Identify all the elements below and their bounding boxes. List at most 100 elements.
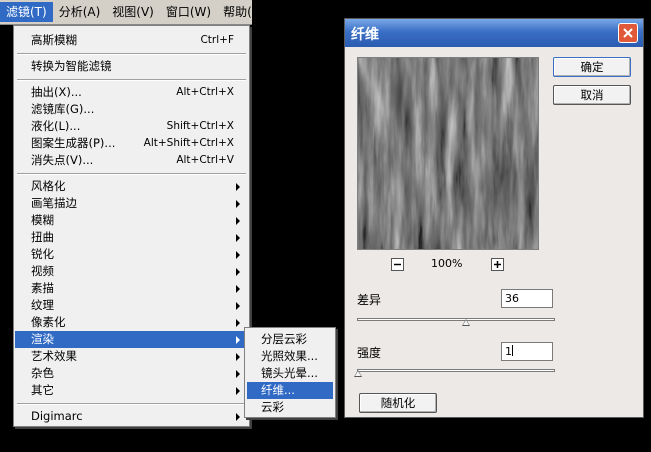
menu-item-stylize[interactable]: 风格化 — [15, 178, 248, 195]
dialog-title-bar[interactable]: 纤维 — [345, 19, 643, 47]
submenu-item-fibers[interactable]: 纤维... — [247, 382, 333, 399]
submenu-arrow-icon — [236, 183, 240, 191]
menu-item-label: 渲染 — [31, 332, 54, 346]
menu-item-convert-smart-filter[interactable]: 转换为智能滤镜 — [15, 58, 248, 75]
menu-item-label: 扭曲 — [31, 230, 54, 244]
menu-item-shortcut: Alt+Ctrl+V — [176, 154, 234, 166]
menu-separator — [17, 173, 246, 175]
menu-item-pattern-maker[interactable]: 图案生成器(P)... Alt+Shift+Ctrl+X — [15, 135, 248, 152]
menu-item-brush-strokes[interactable]: 画笔描边 — [15, 195, 248, 212]
menu-item-distort[interactable]: 扭曲 — [15, 229, 248, 246]
menu-item-shortcut: Shift+Ctrl+X — [166, 120, 234, 132]
submenu-arrow-icon — [236, 285, 240, 293]
menu-view[interactable]: 视图(V) — [106, 2, 160, 22]
submenu-arrow-icon — [236, 302, 240, 310]
strength-label: 强度 — [357, 346, 382, 360]
submenu-item-lighting-effects[interactable]: 光照效果... — [247, 348, 333, 365]
ok-button[interactable]: 确定 — [553, 57, 631, 77]
variance-input[interactable]: 36 — [501, 289, 553, 308]
menu-item-label: 艺术效果 — [31, 349, 77, 363]
submenu-item-label: 光照效果... — [261, 349, 318, 363]
menu-separator — [17, 403, 246, 405]
submenu-arrow-icon — [236, 413, 240, 421]
submenu-item-lens-flare[interactable]: 镜头光晕... — [247, 365, 333, 382]
strength-input[interactable]: 1 — [501, 342, 553, 361]
menu-item-label: 转换为智能滤镜 — [31, 59, 112, 73]
menu-item-label: 画笔描边 — [31, 196, 77, 210]
submenu-item-difference-clouds[interactable]: 分层云彩 — [247, 331, 333, 348]
menu-item-vanishing-point[interactable]: 消失点(V)... Alt+Ctrl+V — [15, 152, 248, 169]
menu-item-shortcut: Alt+Shift+Ctrl+X — [143, 137, 234, 149]
menu-item-other[interactable]: 其它 — [15, 382, 248, 399]
submenu-arrow-icon — [236, 200, 240, 208]
variance-slider-thumb[interactable] — [461, 319, 470, 326]
render-submenu: 分层云彩 光照效果... 镜头光晕... 纤维... 云彩 — [244, 327, 336, 418]
menu-item-label: 图案生成器(P)... — [31, 136, 116, 150]
zoom-in-button[interactable] — [491, 258, 504, 271]
menu-window[interactable]: 窗口(W) — [160, 2, 217, 22]
menu-item-label: 锐化 — [31, 247, 54, 261]
submenu-item-label: 云彩 — [261, 400, 284, 414]
menu-item-label: 风格化 — [31, 179, 66, 193]
menu-item-label: 抽出(X)... — [31, 85, 82, 99]
fiber-texture-image — [358, 58, 538, 249]
menu-item-video[interactable]: 视频 — [15, 263, 248, 280]
menu-item-label: 其它 — [31, 383, 54, 397]
menu-item-noise[interactable]: 杂色 — [15, 365, 248, 382]
menu-item-shortcut: Alt+Ctrl+X — [176, 86, 234, 98]
menu-item-label: Digimarc — [31, 409, 83, 423]
zoom-out-button[interactable] — [391, 258, 404, 271]
strength-slider-thumb[interactable] — [354, 370, 362, 377]
menu-item-gaussian-blur[interactable]: 高斯模糊 Ctrl+F — [15, 32, 248, 49]
fiber-preview[interactable] — [357, 57, 539, 250]
randomize-button[interactable]: 随机化 — [359, 393, 437, 413]
submenu-arrow-icon — [236, 251, 240, 259]
menu-help[interactable]: 帮助( — [217, 2, 258, 22]
filter-dropdown-menu: 高斯模糊 Ctrl+F 转换为智能滤镜 抽出(X)... Alt+Ctrl+X … — [13, 25, 250, 427]
submenu-item-label: 镜头光晕... — [261, 366, 318, 380]
menu-item-label: 滤镜库(G)... — [31, 102, 95, 116]
menu-item-label: 像素化 — [31, 315, 66, 329]
submenu-arrow-icon — [236, 217, 240, 225]
zoom-level: 100% — [431, 257, 463, 270]
minus-icon — [394, 263, 401, 266]
menu-item-liquify[interactable]: 液化(L)... Shift+Ctrl+X — [15, 118, 248, 135]
submenu-item-label: 纤维... — [261, 383, 295, 397]
submenu-arrow-icon — [236, 268, 240, 276]
menu-item-label: 模糊 — [31, 213, 54, 227]
cancel-button[interactable]: 取消 — [553, 85, 631, 105]
menu-item-label: 素描 — [31, 281, 54, 295]
submenu-arrow-icon — [236, 370, 240, 378]
submenu-arrow-icon — [236, 387, 240, 395]
close-button[interactable] — [618, 23, 638, 43]
menu-item-label: 消失点(V)... — [31, 153, 94, 167]
menu-bar: 滤镜(T) 分析(A) 视图(V) 窗口(W) 帮助( — [0, 0, 252, 25]
text-caret — [512, 345, 513, 356]
menu-analysis[interactable]: 分析(A) — [53, 2, 107, 22]
menu-item-extract[interactable]: 抽出(X)... Alt+Ctrl+X — [15, 84, 248, 101]
menu-item-pixelate[interactable]: 像素化 — [15, 314, 248, 331]
menu-item-label: 纹理 — [31, 298, 54, 312]
menu-item-label: 杂色 — [31, 366, 54, 380]
strength-slider[interactable] — [357, 369, 555, 372]
menu-item-filter-gallery[interactable]: 滤镜库(G)... — [15, 101, 248, 118]
submenu-arrow-icon — [236, 336, 240, 344]
menu-item-sharpen[interactable]: 锐化 — [15, 246, 248, 263]
plus-icon — [494, 261, 501, 268]
menu-item-label: 高斯模糊 — [31, 33, 77, 47]
submenu-arrow-icon — [236, 319, 240, 327]
menu-item-texture[interactable]: 纹理 — [15, 297, 248, 314]
menu-item-digimarc[interactable]: Digimarc — [15, 408, 248, 425]
strength-value: 1 — [505, 345, 512, 358]
menu-item-render[interactable]: 渲染 — [15, 331, 248, 348]
menu-item-blur[interactable]: 模糊 — [15, 212, 248, 229]
menu-item-label: 视频 — [31, 264, 54, 278]
fibers-dialog: 纤维 确定 取消 100% 差异 36 强度 1 随机化 — [344, 18, 644, 418]
variance-slider[interactable] — [357, 318, 555, 321]
menu-filter[interactable]: 滤镜(T) — [0, 2, 53, 22]
close-icon — [623, 28, 633, 38]
submenu-item-label: 分层云彩 — [261, 332, 307, 346]
menu-item-artistic[interactable]: 艺术效果 — [15, 348, 248, 365]
menu-item-sketch[interactable]: 素描 — [15, 280, 248, 297]
submenu-item-clouds[interactable]: 云彩 — [247, 399, 333, 416]
